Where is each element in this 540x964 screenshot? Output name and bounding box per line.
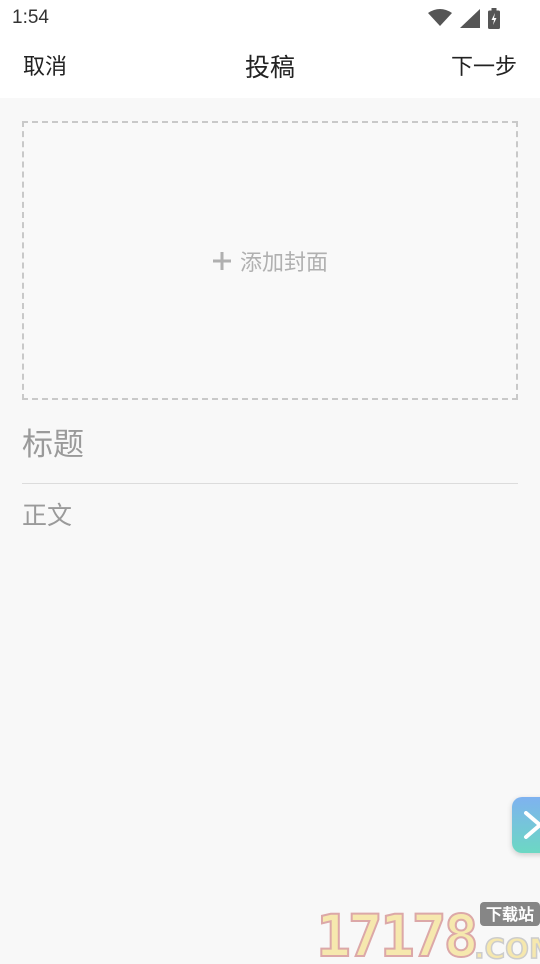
svg-text:17178: 17178 — [316, 902, 476, 960]
status-icons — [428, 7, 500, 29]
svg-text:.COM: .COM — [474, 932, 540, 960]
next-step-button[interactable]: 下一步 — [451, 54, 517, 82]
plus-icon — [212, 251, 232, 271]
status-bar: 1:54 — [0, 0, 540, 38]
site-watermark-logo: 17178 下载站 .COM — [315, 898, 540, 964]
title-input[interactable] — [22, 422, 518, 468]
top-navigation-bar: 取消 投稿 下一步 — [0, 38, 540, 98]
add-cover-content: 添加封面 — [212, 245, 328, 277]
title-divider — [22, 483, 518, 484]
battery-charging-icon — [488, 7, 500, 29]
wifi-icon — [428, 9, 452, 27]
floating-side-button[interactable] — [512, 797, 540, 853]
add-cover-label: 添加封面 — [239, 250, 328, 276]
cell-signal-icon — [460, 8, 480, 28]
body-text-input[interactable] — [22, 498, 518, 758]
add-cover-button[interactable]: 添加封面 — [22, 121, 518, 400]
svg-text:下载站: 下载站 — [486, 905, 534, 924]
status-time: 1:54 — [12, 7, 49, 28]
